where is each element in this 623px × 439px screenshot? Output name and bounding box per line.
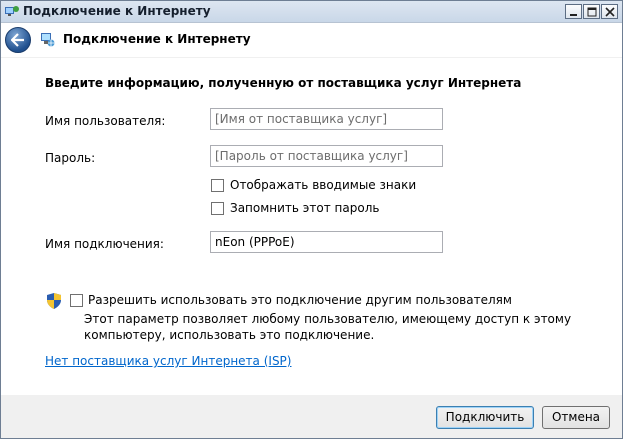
username-input[interactable]: [Имя от поставщика услуг]	[210, 108, 443, 130]
maximize-icon	[587, 7, 597, 17]
wizard-header: Подключение к Интернету	[1, 23, 622, 57]
maximize-button[interactable]	[583, 4, 600, 19]
remember-password-checkbox[interactable]	[211, 202, 224, 215]
connection-name-input[interactable]: nEon (PPPoE)	[210, 231, 443, 253]
back-button[interactable]	[5, 27, 31, 53]
button-bar: Подключить Отмена	[1, 395, 622, 438]
minimize-button[interactable]	[565, 4, 582, 19]
close-button[interactable]	[601, 4, 618, 19]
wizard-content: Введите информацию, полученную от постав…	[1, 58, 622, 395]
minimize-icon	[570, 14, 577, 16]
title-bar[interactable]: Подключение к Интернету	[1, 1, 622, 23]
uac-shield-icon	[47, 293, 61, 309]
network-icon	[5, 6, 19, 16]
internet-connection-window: Подключение к Интернету Подключение к Ин…	[0, 0, 623, 439]
show-chars-checkbox[interactable]	[211, 179, 224, 192]
window-title: Подключение к Интернету	[23, 4, 211, 18]
allow-others-label[interactable]: Разрешить использовать это подключение д…	[88, 293, 512, 307]
page-title: Подключение к Интернету	[63, 32, 251, 46]
remember-password-label[interactable]: Запомнить этот пароль	[230, 201, 379, 215]
show-chars-label[interactable]: Отображать вводимые знаки	[230, 178, 416, 192]
cancel-button[interactable]: Отмена	[542, 406, 610, 429]
network-connection-icon	[41, 33, 55, 47]
close-icon	[605, 7, 615, 17]
password-label: Пароль:	[45, 151, 96, 165]
allow-others-description: Этот параметр позволяет любому пользоват…	[84, 312, 572, 342]
no-isp-link[interactable]: Нет поставщика услуг Интернета (ISP)	[45, 354, 291, 368]
allow-others-checkbox[interactable]	[70, 294, 83, 307]
connect-button[interactable]: Подключить	[436, 406, 534, 429]
connection-name-label: Имя подключения:	[45, 237, 164, 251]
password-input[interactable]: [Пароль от поставщика услуг]	[210, 145, 443, 167]
form-heading: Введите информацию, полученную от постав…	[45, 76, 522, 90]
username-label: Имя пользователя:	[45, 114, 166, 128]
back-arrow-icon	[11, 33, 24, 47]
